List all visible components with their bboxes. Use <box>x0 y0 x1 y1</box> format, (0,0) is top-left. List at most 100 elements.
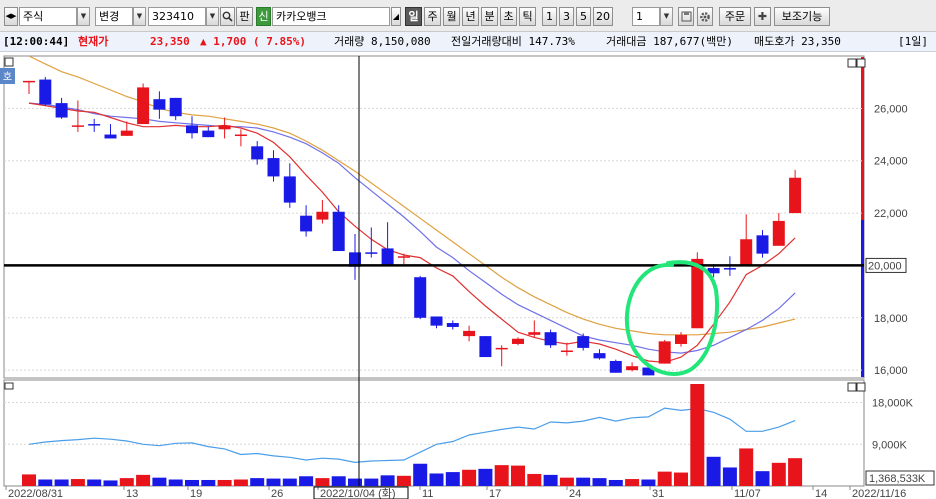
x-tick-label: 26 <box>271 488 283 499</box>
volume-bar <box>445 472 460 486</box>
candle-body <box>267 158 280 177</box>
candle-body <box>789 177 802 214</box>
volume-bar <box>103 480 118 486</box>
trade-amount: 거래대금 187,677(백만) <box>606 35 733 48</box>
chart-period: [1일] <box>898 35 928 48</box>
count-input[interactable]: 1 <box>632 7 660 26</box>
new-badge: 신 <box>256 7 271 26</box>
volume-left-panel-icon[interactable] <box>4 382 14 390</box>
horizontal-level-label: 20,000 <box>868 260 902 272</box>
candle-body <box>316 211 329 220</box>
volume-bar <box>70 479 85 486</box>
volume-bar <box>185 479 199 486</box>
volume-bar <box>136 474 151 486</box>
volume-bar <box>348 478 362 486</box>
volume-last-label: 1,368,533K <box>869 473 926 485</box>
volume-bar <box>739 448 754 486</box>
stock-chart[interactable]: 호 26,000 24,000 22,000 18,000 16,000 18,000K 9… <box>0 52 936 499</box>
volume-bar <box>22 474 36 486</box>
period-second-button[interactable]: 초 <box>500 7 517 26</box>
volume-bar <box>152 477 167 486</box>
candle-body <box>723 268 736 270</box>
x-tick-label: 11/07 <box>734 488 761 499</box>
pan-button[interactable]: 판 <box>236 7 253 26</box>
period-year-button[interactable]: 년 <box>462 7 479 26</box>
plus-icon[interactable]: ✚ <box>754 7 771 26</box>
interval-1-button[interactable]: 1 <box>542 7 557 26</box>
price-panel-close-icon[interactable] <box>856 58 866 68</box>
period-month-button[interactable]: 월 <box>443 7 460 26</box>
market-dropdown-icon[interactable]: ▼ <box>77 7 90 26</box>
aux-function-button[interactable]: 보조기능 <box>774 7 830 26</box>
candle-body <box>169 97 182 117</box>
resize-grip-icon[interactable]: ◢ <box>391 7 401 26</box>
volume-bar <box>201 479 216 486</box>
search-icon[interactable] <box>220 7 235 26</box>
market-arrows-icon[interactable]: ◀▶ <box>4 7 18 26</box>
interval-5-button[interactable]: 5 <box>576 7 591 26</box>
candle-body <box>772 220 785 246</box>
volume-bar <box>494 465 509 486</box>
candle-body <box>495 347 508 350</box>
save-icon[interactable] <box>678 7 694 26</box>
candle-body <box>577 336 590 348</box>
change-select[interactable]: 변경 <box>95 7 133 26</box>
left-panel-icon[interactable] <box>4 57 14 67</box>
price-tick-label: 24,000 <box>874 156 908 168</box>
order-button[interactable]: 주문 <box>719 7 751 26</box>
candle-body <box>283 176 296 203</box>
volume-panel-close-icon[interactable] <box>856 382 866 392</box>
volume-bar <box>413 463 428 486</box>
x-tick-label: 31 <box>652 488 664 499</box>
volume-bar <box>429 473 444 486</box>
volume-bar <box>543 474 558 486</box>
x-tick-label: 11 <box>422 488 433 499</box>
candle-body <box>740 239 753 266</box>
candle-body <box>153 99 166 110</box>
candle-body <box>544 332 557 346</box>
candle-body <box>202 130 215 138</box>
candle-body <box>479 336 492 358</box>
volume-bar <box>478 468 493 486</box>
candle-body <box>365 252 378 254</box>
period-minute-button[interactable]: 분 <box>481 7 498 26</box>
period-tick-button[interactable]: 틱 <box>519 7 536 26</box>
volume-bar <box>54 479 69 486</box>
candle-body <box>609 360 622 373</box>
price-panel-minimize-icon[interactable] <box>847 58 857 68</box>
volume-bar <box>722 467 737 486</box>
price-tick-label: 26,000 <box>874 103 908 115</box>
volume-panel-minimize-icon[interactable] <box>847 382 857 392</box>
candle-body <box>234 134 247 137</box>
quote-info-bar: [12:00:44] 현재가 23,350 ▲ 1,700 ( 7.85%) 거… <box>0 32 936 52</box>
candle-body <box>414 277 427 318</box>
market-select[interactable]: 주식 <box>19 7 77 26</box>
price-panel-frame <box>3 55 865 379</box>
candle-body <box>756 235 769 254</box>
volume-bar <box>119 478 134 486</box>
volume-bar <box>396 475 411 486</box>
volume-bar <box>299 476 314 486</box>
volume-tick-label: 9,000K <box>872 439 908 451</box>
price-tick-label: 18,000 <box>874 313 908 325</box>
volume-bar <box>657 471 672 486</box>
stock-code-input[interactable]: 323410 <box>148 7 206 26</box>
interval-3-button[interactable]: 3 <box>559 7 574 26</box>
count-dropdown-icon[interactable]: ▼ <box>660 7 673 26</box>
x-tick-label: 13 <box>126 488 138 499</box>
price-tick-label: 16,000 <box>874 365 908 377</box>
candle-body <box>120 130 133 136</box>
volume-bar <box>592 478 607 486</box>
change-dropdown-icon[interactable]: ▼ <box>133 7 146 26</box>
stock-code-dropdown-icon[interactable]: ▼ <box>206 7 219 26</box>
candle-body <box>560 350 573 353</box>
gear-icon[interactable] <box>697 7 713 26</box>
current-price-label: 현재가 <box>78 35 109 48</box>
candle-body <box>23 80 35 83</box>
period-week-button[interactable]: 주 <box>424 7 441 26</box>
stock-name-field[interactable]: 카카오뱅크 <box>272 7 390 26</box>
period-day-button[interactable]: 일 <box>405 7 422 26</box>
volume-bar <box>315 478 330 486</box>
interval-20-button[interactable]: 20 <box>593 7 613 26</box>
candle-body <box>186 125 198 134</box>
